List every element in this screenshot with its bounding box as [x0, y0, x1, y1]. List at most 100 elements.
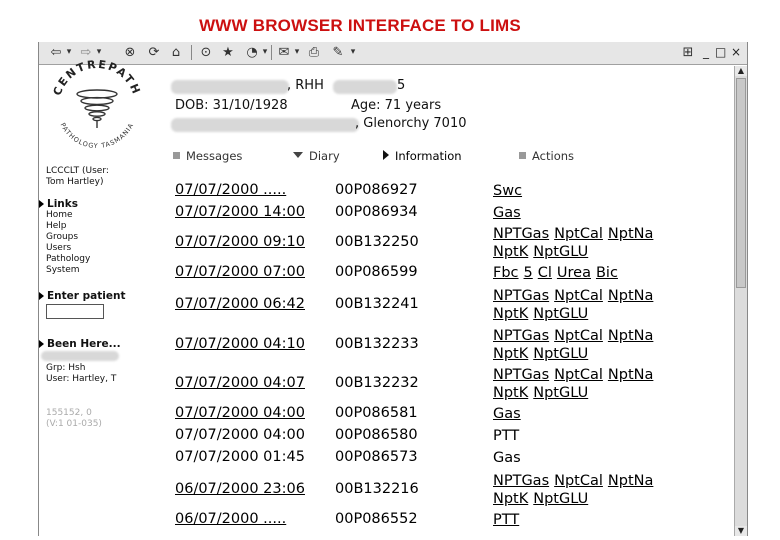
- result-datetime-link[interactable]: 06/07/2000 23:06: [175, 481, 305, 497]
- minimize-button[interactable]: _: [703, 44, 709, 60]
- tab-messages-label: Messages: [186, 149, 243, 163]
- tab-diary[interactable]: Diary: [293, 149, 340, 163]
- test-link[interactable]: NptGLU: [533, 385, 588, 401]
- links-heading: Links: [39, 198, 78, 210]
- result-tests: Gas: [493, 204, 703, 222]
- test-link[interactable]: NptK: [493, 491, 528, 507]
- link-pathology[interactable]: Pathology: [46, 254, 90, 265]
- link-groups[interactable]: Groups: [46, 232, 90, 243]
- test-link[interactable]: 5: [524, 265, 533, 281]
- result-accession: 00B132216: [335, 481, 419, 497]
- test-link[interactable]: NPTGas: [493, 226, 549, 242]
- slide-title: WWW BROWSER INTERFACE TO LIMS: [199, 16, 521, 35]
- scroll-down-icon[interactable]: ▼: [735, 526, 747, 536]
- redacted-address: [171, 118, 359, 132]
- test-link[interactable]: PTT: [493, 512, 519, 528]
- test-link[interactable]: NptCal: [554, 367, 603, 383]
- print-icon[interactable]: ⎙: [305, 44, 323, 61]
- test-link[interactable]: NPTGas: [493, 367, 549, 383]
- test-link[interactable]: Swc: [493, 183, 522, 199]
- home-icon[interactable]: ⌂: [167, 44, 185, 61]
- test-link[interactable]: Bic: [596, 265, 618, 281]
- result-tests: Fbc 5 Cl Urea Bic: [493, 264, 703, 282]
- favorites-icon[interactable]: ★: [219, 44, 237, 61]
- vertical-scrollbar[interactable]: ▲ ▼: [734, 66, 747, 536]
- test-link[interactable]: NptGLU: [533, 491, 588, 507]
- test-link[interactable]: NptCal: [554, 226, 603, 242]
- test-link[interactable]: NptK: [493, 346, 528, 362]
- result-datetime-link[interactable]: 07/07/2000 04:00: [175, 405, 305, 421]
- svg-text:CENTREPATH: CENTREPATH: [51, 58, 144, 98]
- windows-logo-icon: ⊞: [682, 45, 694, 60]
- arrow-right-icon: [39, 340, 44, 348]
- test-link[interactable]: NptK: [493, 385, 528, 401]
- test-link[interactable]: NptNa: [608, 328, 653, 344]
- patient-age: Age: 71 years: [351, 98, 442, 113]
- centrepath-logo: CENTREPATH PATHOLOGY TASMANIA: [51, 58, 144, 150]
- enter-patient-heading: Enter patient: [39, 290, 125, 302]
- test-link[interactable]: NptNa: [608, 226, 653, 242]
- test-link[interactable]: NptGLU: [533, 244, 588, 260]
- test-link[interactable]: NPTGas: [493, 288, 549, 304]
- edit-icon[interactable]: ✎: [329, 44, 347, 61]
- been-here-label: Been Here...: [47, 338, 121, 350]
- test-link[interactable]: NptCal: [554, 288, 603, 304]
- result-datetime-link[interactable]: 07/07/2000 .....: [175, 182, 286, 198]
- result-datetime-link[interactable]: 07/07/2000 06:42: [175, 296, 305, 312]
- test-link[interactable]: NptCal: [554, 328, 603, 344]
- logo-text: CENTREPATH: [51, 58, 142, 98]
- test-link[interactable]: NptK: [493, 306, 528, 322]
- test-link[interactable]: Gas: [493, 205, 521, 221]
- links-list: Home Help Groups Users Pathology System: [46, 210, 90, 276]
- arrow-right-icon: [39, 292, 44, 300]
- mail-icon[interactable]: ✉: [275, 44, 293, 61]
- enter-patient-label: Enter patient: [47, 290, 126, 302]
- test-link[interactable]: NptNa: [608, 288, 653, 304]
- link-system[interactable]: System: [46, 265, 90, 276]
- edit-dropdown-icon[interactable]: ▾: [349, 44, 357, 61]
- link-help[interactable]: Help: [46, 221, 90, 232]
- result-datetime-link[interactable]: 07/07/2000 14:00: [175, 204, 305, 220]
- triangle-right-icon: [383, 150, 389, 160]
- close-button[interactable]: ×: [731, 44, 741, 60]
- test-link[interactable]: NptK: [493, 244, 528, 260]
- test-link[interactable]: NptGLU: [533, 346, 588, 362]
- test-link[interactable]: Urea: [557, 265, 591, 281]
- result-accession: 00B132233: [335, 336, 419, 352]
- search-icon[interactable]: ⊙: [197, 44, 215, 61]
- tab-actions[interactable]: Actions: [519, 149, 574, 163]
- result-accession: 00P086927: [335, 182, 418, 198]
- scroll-up-icon[interactable]: ▲: [735, 66, 747, 76]
- test-link[interactable]: Fbc: [493, 265, 519, 281]
- result-tests: Swc: [493, 182, 703, 200]
- test-link[interactable]: NptCal: [554, 473, 603, 489]
- result-datetime-link[interactable]: 06/07/2000 .....: [175, 511, 286, 527]
- scroll-thumb[interactable]: [736, 78, 746, 288]
- mail-dropdown-icon[interactable]: ▾: [293, 44, 301, 61]
- tab-messages[interactable]: Messages: [173, 149, 242, 163]
- been-here-heading: Been Here...: [39, 338, 121, 350]
- test-link[interactable]: Gas: [493, 406, 521, 422]
- result-datetime-link[interactable]: 07/07/2000 09:10: [175, 234, 305, 250]
- test-link[interactable]: Cl: [538, 265, 552, 281]
- result-datetime-link[interactable]: 07/07/2000 04:07: [175, 375, 305, 391]
- test-link[interactable]: NptNa: [608, 473, 653, 489]
- link-users[interactable]: Users: [46, 243, 90, 254]
- result-datetime-link[interactable]: 07/07/2000 07:00: [175, 264, 305, 280]
- history-dropdown-icon[interactable]: ▾: [261, 44, 269, 61]
- test-link[interactable]: NptGLU: [533, 306, 588, 322]
- test-name: Gas: [493, 450, 521, 466]
- test-link[interactable]: NPTGas: [493, 473, 549, 489]
- link-home[interactable]: Home: [46, 210, 90, 221]
- patient-search-input[interactable]: [46, 304, 104, 319]
- square-bullet-icon: [519, 152, 526, 159]
- result-tests: NPTGas NptCal NptNa NptK NptGLU: [493, 287, 703, 323]
- maximize-button[interactable]: □: [715, 44, 726, 60]
- tab-information[interactable]: Information: [383, 149, 462, 163]
- test-link[interactable]: NPTGas: [493, 328, 549, 344]
- result-datetime-link[interactable]: 07/07/2000 04:10: [175, 336, 305, 352]
- user-line-2: Tom Hartley): [46, 177, 104, 187]
- test-link[interactable]: NptNa: [608, 367, 653, 383]
- links-heading-label: Links: [47, 198, 78, 210]
- history-icon[interactable]: ◔: [243, 44, 261, 61]
